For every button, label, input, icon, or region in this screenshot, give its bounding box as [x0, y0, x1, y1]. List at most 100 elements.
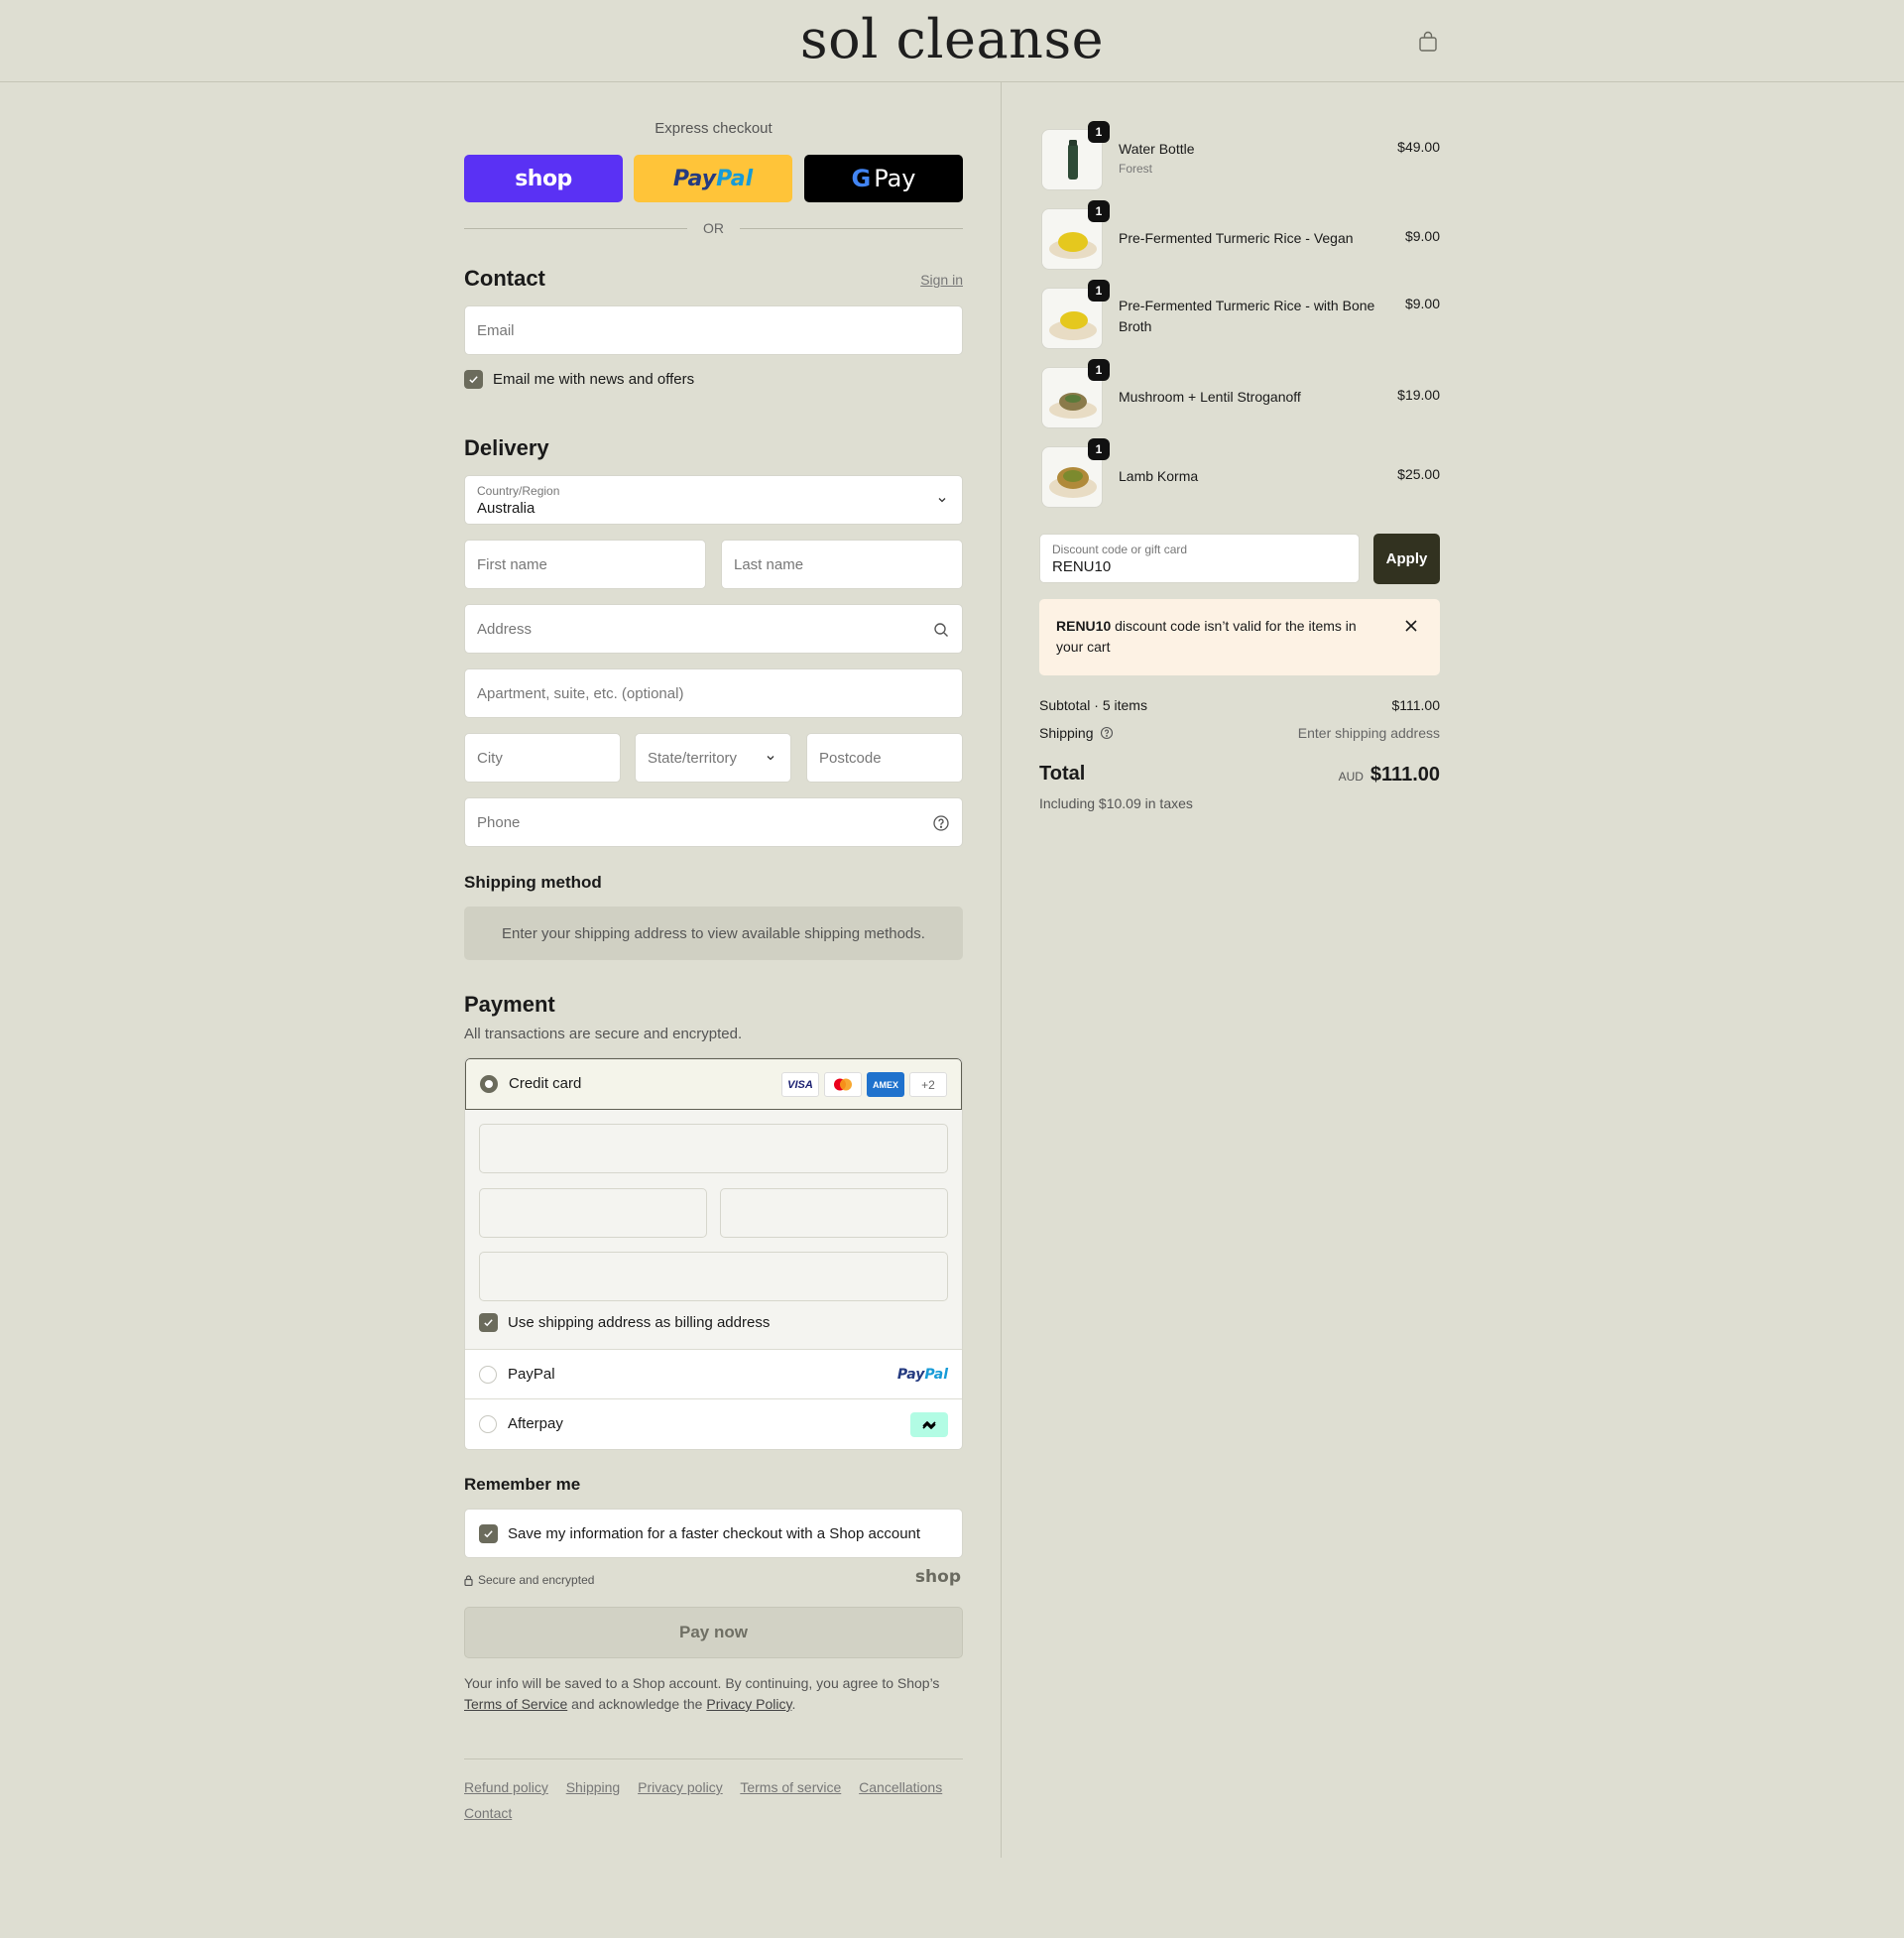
quantity-badge: 1: [1088, 359, 1110, 381]
news-checkbox-row[interactable]: Email me with news and offers: [464, 370, 694, 389]
shipping-row: Shipping Enter shipping address: [1039, 725, 1440, 741]
billing-checkbox-row[interactable]: Use shipping address as billing address: [479, 1313, 770, 1332]
shipping-link[interactable]: Shipping: [566, 1779, 621, 1795]
discount-error-message: RENU10 discount code isn’t valid for the…: [1056, 616, 1373, 658]
terms-of-service-link[interactable]: Terms of Service: [464, 1696, 567, 1712]
country-value: Australia: [477, 500, 536, 517]
help-icon[interactable]: [932, 814, 950, 832]
address-field[interactable]: Address: [464, 604, 963, 654]
gpay-label: Pay: [874, 165, 916, 192]
check-icon: [484, 1530, 493, 1538]
item-price: $9.00: [1404, 296, 1440, 311]
footer-divider: [464, 1758, 963, 1759]
expiry-field[interactable]: [479, 1188, 707, 1238]
remember-me-box[interactable]: Save my information for a faster checkou…: [464, 1509, 963, 1558]
total-label: Total: [1039, 763, 1086, 785]
first-name-placeholder: First name: [477, 556, 547, 573]
postcode-field[interactable]: Postcode: [806, 733, 963, 783]
afterpay-radio[interactable]: [479, 1415, 497, 1433]
close-icon[interactable]: [1404, 619, 1418, 633]
city-field[interactable]: City: [464, 733, 621, 783]
total-value: AUD $111.00: [1339, 764, 1440, 787]
paypal-radio[interactable]: [479, 1366, 497, 1384]
payment-methods: Credit card VISA AMEX +2 Use shipping ad…: [464, 1057, 963, 1450]
cart-item: 1 Pre-Fermented Turmeric Rice - with Bon…: [1039, 280, 1440, 349]
legal-text-c: .: [791, 1696, 796, 1712]
cart-item: 1 Pre-Fermented Turmeric Rice - Vegan $9…: [1039, 200, 1440, 270]
save-info-row[interactable]: Save my information for a faster checkou…: [479, 1524, 920, 1543]
shopping-bag-icon[interactable]: [1416, 30, 1440, 54]
apply-discount-button[interactable]: Apply: [1373, 534, 1440, 584]
cancellations-link[interactable]: Cancellations: [859, 1779, 942, 1795]
item-price: $19.00: [1397, 387, 1440, 403]
subtotal-label: Subtotal · 5 items: [1039, 697, 1147, 713]
news-label: Email me with news and offers: [493, 371, 695, 388]
card-number-field[interactable]: [479, 1124, 948, 1173]
security-code-field[interactable]: [720, 1188, 948, 1238]
shipping-value: Enter shipping address: [1297, 725, 1440, 741]
cart-item: 1 Lamb Korma $25.00: [1039, 438, 1440, 508]
country-select[interactable]: Country/Region Australia: [464, 475, 963, 525]
cart-item: 1 Water Bottle Forest $49.00: [1039, 121, 1440, 190]
contact-link[interactable]: Contact: [464, 1805, 512, 1821]
header: sol cleanse: [0, 0, 1904, 82]
privacy-policy-link[interactable]: Privacy Policy: [706, 1696, 791, 1712]
phone-field[interactable]: Phone: [464, 797, 963, 847]
total-amount: $111.00: [1369, 764, 1440, 786]
paypal-button[interactable]: PayPal: [634, 155, 792, 202]
item-name: Pre-Fermented Turmeric Rice - with Bone …: [1119, 298, 1375, 334]
brand-logo[interactable]: sol cleanse: [0, 8, 1904, 70]
shop-pay-logo: shop: [515, 166, 572, 191]
credit-card-radio[interactable]: [480, 1075, 498, 1093]
quantity-badge: 1: [1088, 280, 1110, 302]
sign-in-link[interactable]: Sign in: [920, 272, 963, 288]
secure-label: Secure and encrypted: [478, 1573, 595, 1587]
news-checkbox[interactable]: [464, 370, 483, 389]
discount-code-field[interactable]: Discount code or gift card RENU10: [1039, 534, 1360, 583]
subtotal-value: $111.00: [1391, 697, 1440, 713]
visa-icon: VISA: [781, 1072, 819, 1097]
afterpay-option[interactable]: Afterpay: [465, 1399, 962, 1449]
first-name-field[interactable]: First name: [464, 540, 706, 589]
help-icon[interactable]: [1100, 726, 1114, 740]
mastercard-icon: [824, 1072, 862, 1097]
address-placeholder: Address: [477, 621, 533, 638]
tax-note: Including $10.09 in taxes: [1039, 795, 1193, 811]
save-info-checkbox[interactable]: [479, 1524, 498, 1543]
state-placeholder: State/territory: [648, 750, 738, 767]
item-name: Water Bottle: [1119, 141, 1195, 157]
afterpay-label: Afterpay: [508, 1415, 563, 1432]
state-select[interactable]: State/territory: [635, 733, 791, 783]
pay-now-button[interactable]: Pay now: [464, 1607, 963, 1658]
lock-icon: [464, 1574, 473, 1586]
last-name-placeholder: Last name: [734, 556, 804, 573]
credit-card-option[interactable]: Credit card VISA AMEX +2: [465, 1058, 962, 1110]
item-name: Pre-Fermented Turmeric Rice - Vegan: [1119, 230, 1354, 246]
billing-checkbox[interactable]: [479, 1313, 498, 1332]
last-name-field[interactable]: Last name: [721, 540, 963, 589]
email-field[interactable]: Email: [464, 305, 963, 355]
paypal-label: PayPal: [508, 1366, 555, 1383]
quantity-badge: 1: [1088, 438, 1110, 460]
paypal-option[interactable]: PayPal PayPal: [465, 1350, 962, 1399]
payment-heading: Payment: [464, 992, 555, 1017]
country-label: Country/Region: [477, 484, 560, 498]
name-on-card-field[interactable]: [479, 1252, 948, 1301]
secure-note: Secure and encrypted: [464, 1573, 594, 1587]
item-price: $9.00: [1404, 228, 1440, 244]
or-divider: OR: [464, 220, 963, 236]
paypal-logo-icon: PayPal: [896, 1367, 948, 1383]
search-icon: [934, 623, 948, 637]
apartment-field[interactable]: Apartment, suite, etc. (optional): [464, 668, 963, 718]
legal-text: Your info will be saved to a Shop accoun…: [464, 1673, 963, 1715]
delivery-heading: Delivery: [464, 435, 549, 460]
card-brands: VISA AMEX +2: [781, 1072, 947, 1097]
refund-policy-link[interactable]: Refund policy: [464, 1779, 548, 1795]
quantity-badge: 1: [1088, 121, 1110, 143]
privacy-policy-footer-link[interactable]: Privacy policy: [638, 1779, 723, 1795]
terms-of-service-footer-link[interactable]: Terms of service: [740, 1779, 841, 1795]
chevron-down-icon: [938, 498, 946, 503]
shop-pay-button[interactable]: shop: [464, 155, 623, 202]
check-icon: [484, 1319, 493, 1327]
google-pay-button[interactable]: G Pay: [804, 155, 963, 202]
